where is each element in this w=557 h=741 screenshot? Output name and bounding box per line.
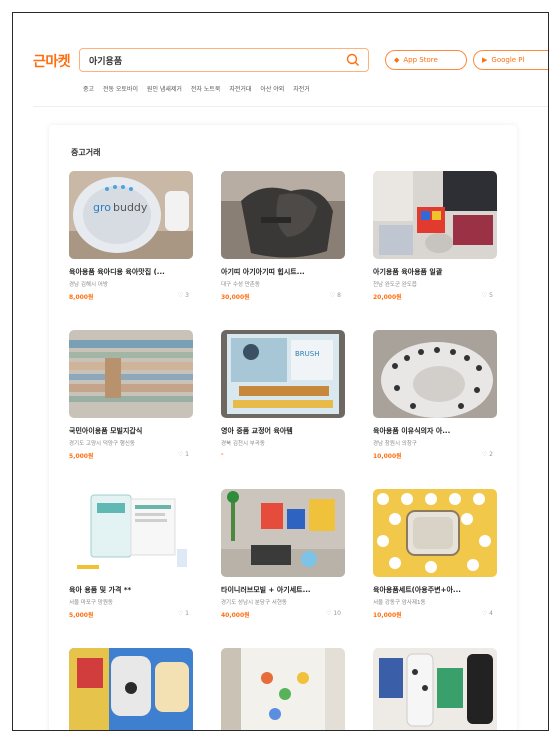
product-price: 5,000원 bbox=[69, 612, 94, 619]
heart-icon: ♡ bbox=[481, 292, 488, 299]
product-price: 5,000원 bbox=[69, 453, 94, 460]
product-image-mobile-toys[interactable] bbox=[221, 489, 345, 577]
product-title[interactable]: 육아용품세트(아용주변+아... bbox=[373, 585, 497, 595]
like-count: ♡ 10 bbox=[325, 610, 341, 617]
product-image-baby-bed[interactable] bbox=[373, 489, 497, 577]
like-count: ♡ 4 bbox=[481, 610, 493, 617]
search-icon[interactable] bbox=[346, 53, 360, 67]
google-play-button[interactable]: ▶ Google Pl bbox=[473, 50, 548, 70]
product-title[interactable]: 아기띠 아기아기띠 힙시트... bbox=[221, 267, 345, 277]
apple-icon: ◆ bbox=[394, 56, 400, 64]
product-location: 경기도 고양시 덕양구 행신동 bbox=[69, 441, 135, 447]
like-count: ♡ 8 bbox=[329, 292, 341, 299]
product-card[interactable]: 육아용품 이유식의자 아... 경남 창원시 의창구 10,000원 ♡ 2 bbox=[373, 330, 497, 460]
product-image-play-gym[interactable] bbox=[221, 648, 345, 730]
product-image-baby-items-bundle[interactable] bbox=[373, 171, 497, 259]
product-title[interactable]: 육아용품 육아디용 육아맛집 (... bbox=[69, 267, 193, 277]
product-location: 서울 강동구 암사제1동 bbox=[373, 600, 426, 606]
product-price: 40,000원 bbox=[221, 612, 250, 619]
product-card[interactable]: 육아 용품 및 가격 ** 서울 마포구 망원동 5,000원 ♡ 1 bbox=[69, 489, 193, 619]
keyword-link[interactable]: 중고 bbox=[83, 86, 94, 93]
product-title[interactable]: 아기용품 육아용품 일괄 bbox=[373, 267, 497, 277]
product-image-baby-monitor[interactable]: gro buddy bbox=[69, 171, 193, 259]
app-store-button[interactable]: ◆ App Store bbox=[385, 50, 467, 70]
product-card[interactable]: gro buddy 육아용품 육아디용 육아맛집 (... 경남 김해시 어방 … bbox=[69, 171, 193, 301]
product-location: 전남 완도군 완도읍 bbox=[373, 282, 417, 288]
product-location: 서울 마포구 망원동 bbox=[69, 600, 113, 606]
browser-viewport: 근마켓 아기용품 ◆ App Store ▶ Google Pl 중고 전동 오… bbox=[12, 12, 549, 731]
product-price: - bbox=[221, 451, 224, 458]
search-query: 아기용품 bbox=[89, 57, 123, 67]
product-location: 대구 수성 만촌동 bbox=[221, 282, 260, 288]
heart-icon: ♡ bbox=[177, 292, 184, 299]
play-icon: ▶ bbox=[482, 56, 488, 64]
heart-icon: ♡ bbox=[177, 451, 184, 458]
popular-keywords: 중고 전동 오토바이 원인 냄새제거 전자 노트북 자전거대 아산 야외 자전거 bbox=[83, 84, 317, 93]
product-location: 경북 김천시 부곡동 bbox=[221, 441, 265, 447]
like-count: ♡ 2 bbox=[481, 451, 493, 458]
header-divider bbox=[33, 106, 548, 107]
product-price: 10,000원 bbox=[373, 453, 402, 460]
heart-icon: ♡ bbox=[481, 451, 488, 458]
search-input[interactable]: 아기용품 bbox=[79, 48, 369, 72]
heart-icon: ♡ bbox=[325, 610, 332, 617]
svg-text:gro: gro bbox=[93, 201, 111, 214]
heart-icon: ♡ bbox=[177, 610, 184, 617]
keyword-link[interactable]: 자전거 bbox=[293, 86, 310, 93]
product-list-panel: 중고거래 gro buddy 육아용품 육아디용 육아맛집 (... 경남 김해… bbox=[49, 125, 517, 730]
product-price: 30,000원 bbox=[221, 294, 250, 301]
product-price: 10,000원 bbox=[373, 612, 402, 619]
product-location: 경남 김해시 어방 bbox=[69, 282, 108, 288]
keyword-link[interactable]: 자전거대 bbox=[229, 86, 251, 93]
keyword-link[interactable]: 전자 노트북 bbox=[191, 86, 221, 93]
product-card[interactable] bbox=[373, 648, 497, 730]
product-title[interactable]: 영아 중품 교정어 육아템 bbox=[221, 426, 345, 436]
keyword-link[interactable]: 원인 냄새제거 bbox=[147, 86, 182, 93]
product-location: 경남 창원시 의창구 bbox=[373, 441, 417, 447]
svg-text:BRUSH: BRUSH bbox=[295, 350, 320, 358]
site-logo[interactable]: 근마켓 bbox=[33, 51, 71, 71]
product-price: 20,000원 bbox=[373, 294, 402, 301]
product-image-striped-mat[interactable] bbox=[69, 330, 193, 418]
section-title: 중고거래 bbox=[71, 148, 101, 157]
keyword-link[interactable]: 아산 야외 bbox=[260, 86, 284, 93]
google-play-label: Google Pl bbox=[491, 56, 525, 64]
product-card[interactable]: BRUSH 영아 중품 교정어 육아템 경북 김천시 부곡동 - bbox=[221, 330, 345, 460]
product-title[interactable]: 육아용품 이유식의자 아... bbox=[373, 426, 497, 436]
site-header: 근마켓 아기용품 ◆ App Store ▶ Google Pl 중고 전동 오… bbox=[13, 13, 548, 123]
product-image-baby-clothes[interactable] bbox=[373, 648, 497, 730]
product-image-toothbrush-box[interactable]: BRUSH bbox=[221, 330, 345, 418]
product-image-baby-seat[interactable] bbox=[373, 330, 497, 418]
like-count: ♡ 1 bbox=[177, 451, 189, 458]
product-card[interactable] bbox=[69, 648, 193, 730]
product-image-milk-bags[interactable] bbox=[69, 489, 193, 577]
svg-text:buddy: buddy bbox=[113, 201, 148, 214]
product-card[interactable]: 타이니러브모빌 + 아기세트... 경기도 성남시 분당구 서현동 40,000… bbox=[221, 489, 345, 619]
product-price: 8,000원 bbox=[69, 294, 94, 301]
product-card[interactable]: 아기띠 아기아기띠 힙시트... 대구 수성 만촌동 30,000원 ♡ 8 bbox=[221, 171, 345, 301]
heart-icon: ♡ bbox=[481, 610, 488, 617]
product-title[interactable]: 국민아이용품 모빌지갑식 bbox=[69, 426, 193, 436]
product-title[interactable]: 육아 용품 및 가격 ** bbox=[69, 585, 193, 595]
heart-icon: ♡ bbox=[329, 292, 336, 299]
product-card[interactable]: 육아용품세트(아용주변+아... 서울 강동구 암사제1동 10,000원 ♡ 4 bbox=[373, 489, 497, 619]
like-count: ♡ 5 bbox=[481, 292, 493, 299]
product-card[interactable]: 국민아이용품 모빌지갑식 경기도 고양시 덕양구 행신동 5,000원 ♡ 1 bbox=[69, 330, 193, 460]
product-card[interactable]: 아기용품 육아용품 일괄 전남 완도군 완도읍 20,000원 ♡ 5 bbox=[373, 171, 497, 301]
keyword-link[interactable]: 전동 오토바이 bbox=[103, 86, 138, 93]
product-image-baby-bibs[interactable] bbox=[69, 648, 193, 730]
app-store-label: App Store bbox=[403, 56, 438, 64]
product-location: 경기도 성남시 분당구 서현동 bbox=[221, 600, 287, 606]
product-title[interactable]: 타이니러브모빌 + 아기세트... bbox=[221, 585, 345, 595]
product-card[interactable] bbox=[221, 648, 345, 730]
like-count: ♡ 3 bbox=[177, 292, 189, 299]
product-image-baby-carrier[interactable] bbox=[221, 171, 345, 259]
like-count: ♡ 1 bbox=[177, 610, 189, 617]
